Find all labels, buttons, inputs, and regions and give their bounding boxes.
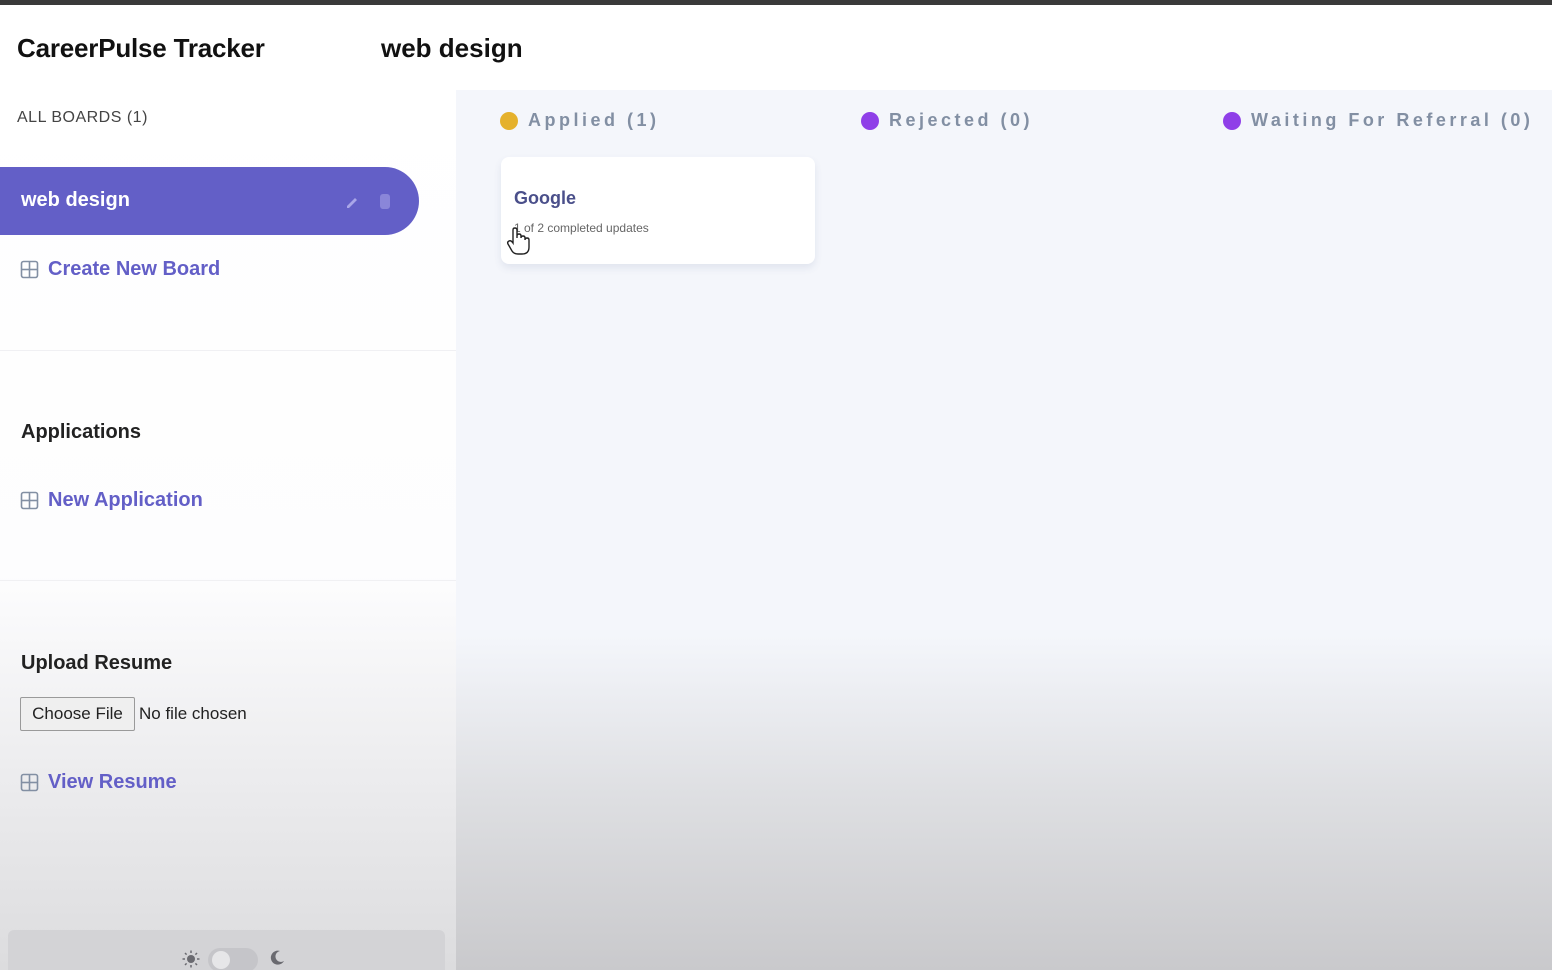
all-boards-heading: ALL BOARDS (1)	[17, 109, 148, 126]
column-label: Waiting For Referral (0)	[1251, 110, 1534, 130]
current-board-title: web design	[381, 33, 523, 63]
board-icon	[20, 773, 39, 791]
theme-switcher	[8, 930, 445, 970]
theme-toggle[interactable]	[208, 948, 258, 970]
hand-cursor-icon	[506, 227, 530, 255]
pencil-icon[interactable]	[344, 193, 362, 211]
column-label: Rejected (0)	[889, 110, 1034, 130]
sidebar-divider	[0, 350, 456, 351]
moon-icon	[270, 950, 284, 965]
sidebar-item-label: web design	[21, 189, 130, 211]
card-subtitle: 1 of 2 completed updates	[514, 221, 649, 235]
view-resume-label: View Resume	[48, 770, 177, 793]
column-color-dot	[861, 111, 879, 130]
upload-resume-title: Upload Resume	[21, 652, 173, 674]
file-status-text: No file chosen	[139, 704, 247, 723]
new-application-button[interactable]: New Application	[20, 487, 203, 513]
column-header-applied: Applied (1)	[500, 110, 660, 131]
column-header-rejected: Rejected (0)	[861, 110, 1033, 131]
sidebar-divider	[0, 580, 456, 581]
window-top-edge	[0, 0, 1552, 5]
create-new-board-button[interactable]: Create New Board	[20, 256, 220, 282]
new-application-label: New Application	[48, 488, 203, 511]
sidebar-item-web-design[interactable]: web design	[0, 167, 419, 235]
card-title: Google	[514, 188, 576, 208]
trash-icon[interactable]	[377, 191, 393, 211]
board-icon	[20, 260, 39, 278]
view-resume-button[interactable]: View Resume	[20, 769, 177, 795]
choose-file-button[interactable]: Choose File	[20, 697, 135, 731]
column-color-dot	[500, 111, 518, 130]
theme-toggle-knob	[212, 951, 230, 969]
app-title: CareerPulse Tracker	[17, 33, 265, 63]
column-header-waiting-for-referral: Waiting For Referral (0)	[1223, 110, 1533, 131]
applications-title: Applications	[21, 421, 142, 443]
board-icon	[20, 491, 39, 509]
column-color-dot	[1223, 111, 1241, 130]
column-label: Applied (1)	[528, 110, 660, 130]
create-new-board-label: Create New Board	[48, 257, 221, 280]
application-card[interactable]: Google 1 of 2 completed updates	[501, 157, 815, 264]
sun-icon	[182, 950, 200, 968]
